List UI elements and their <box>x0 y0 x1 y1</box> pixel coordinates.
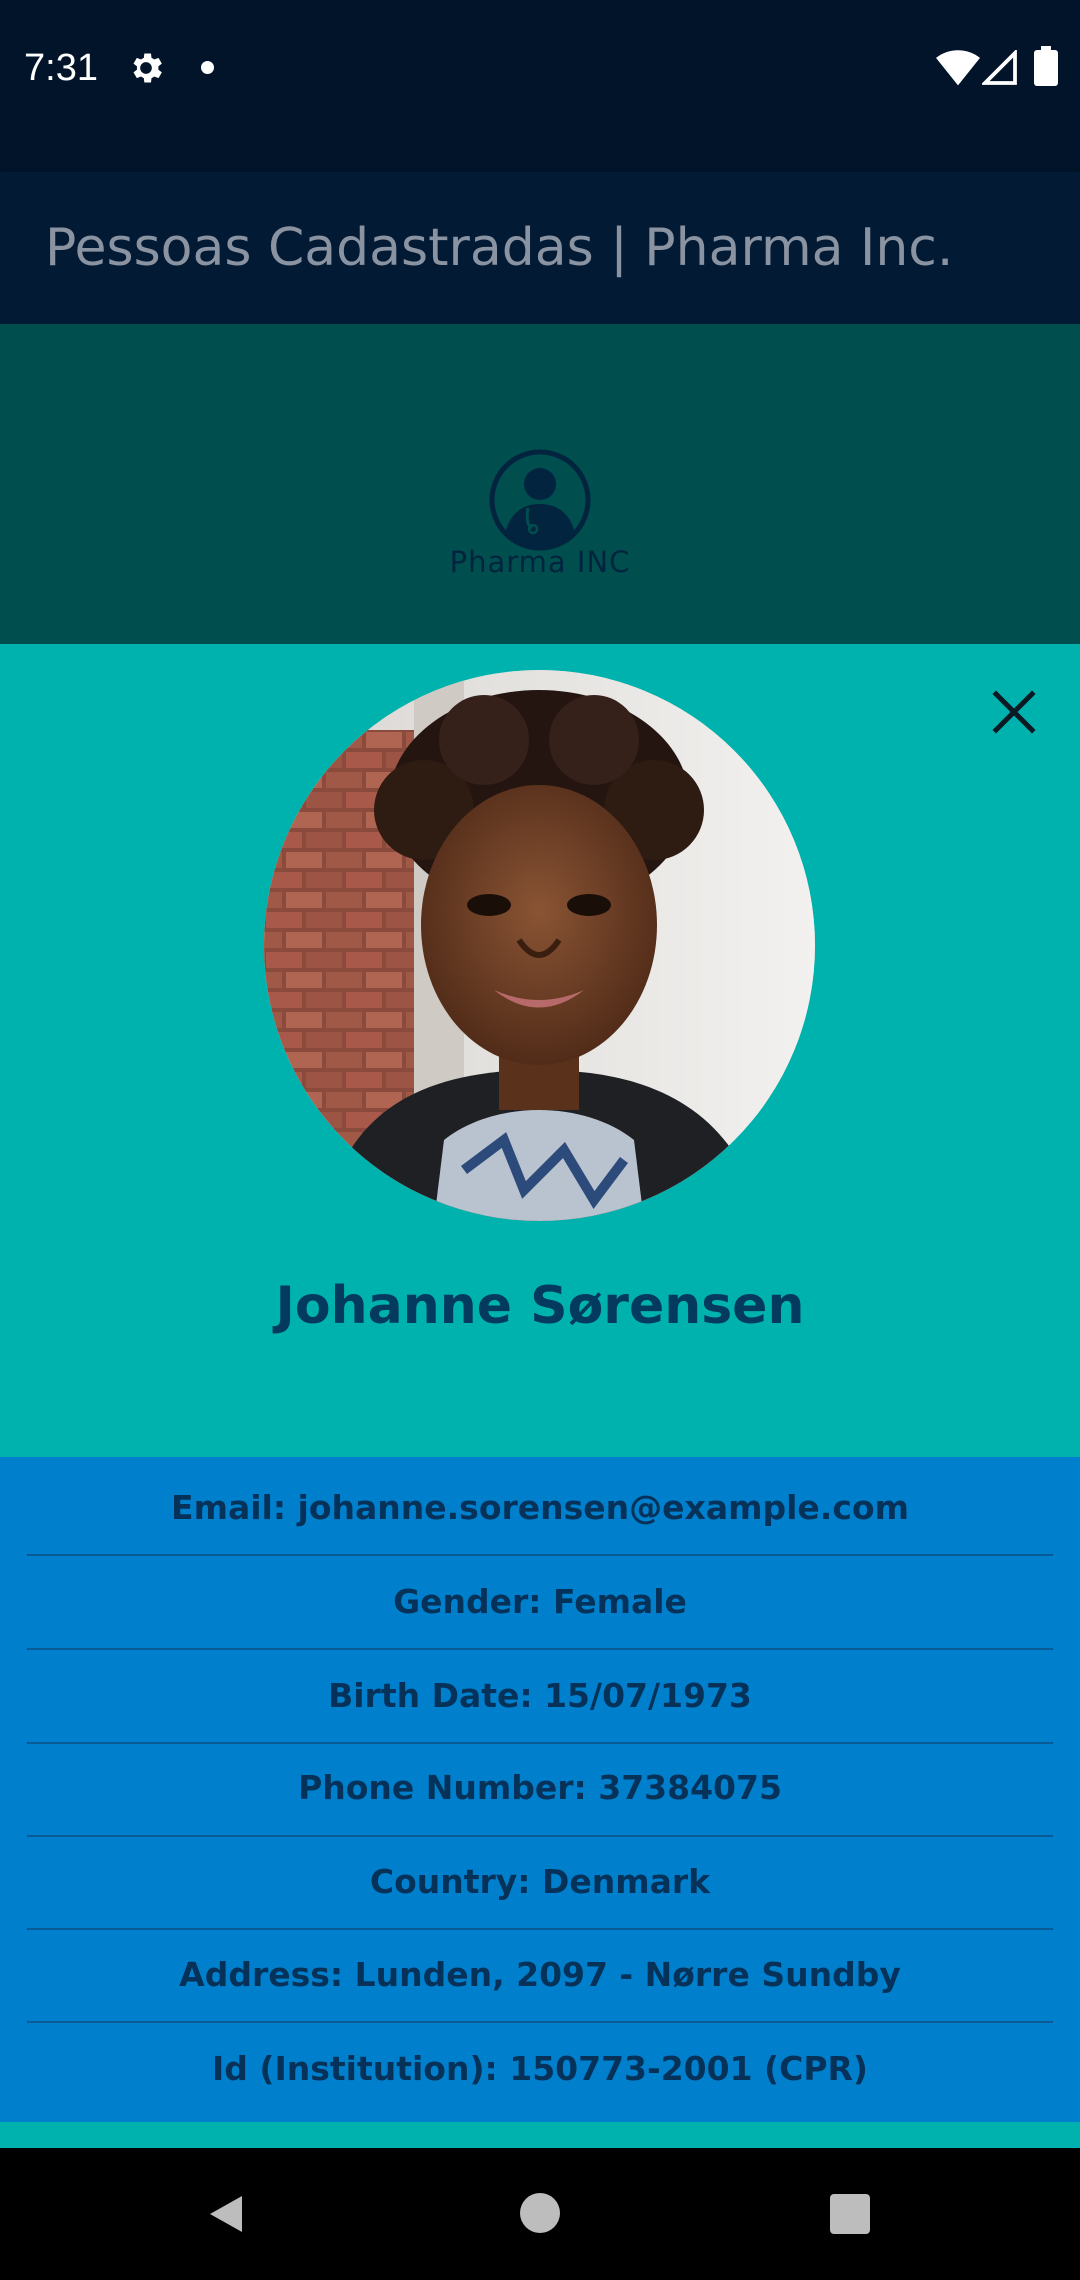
detail-institution-id: Id (Institution): 150773-2001 (CPR) <box>211 2049 869 2088</box>
detail-country: Country: Denmark <box>369 1862 711 1901</box>
detail-email: Email: johanne.sorensen@example.com <box>171 1488 909 1527</box>
cell-signal-icon <box>982 50 1017 85</box>
recents-icon[interactable] <box>830 2194 870 2234</box>
detail-birth-date: Birth Date: 15/07/1973 <box>328 1676 752 1715</box>
status-time: 7:31 <box>24 47 98 89</box>
battery-icon <box>1034 46 1058 86</box>
person-photo-illustration <box>264 670 815 1221</box>
home-icon[interactable] <box>520 2193 560 2233</box>
wifi-icon <box>936 50 980 86</box>
back-icon[interactable] <box>204 2192 248 2236</box>
detail-address: Address: Lunden, 2097 - Nørre Sundby <box>179 1955 901 1994</box>
modal-footer-strip <box>0 2122 1080 2148</box>
close-icon[interactable] <box>984 682 1044 742</box>
page-title: Pessoas Cadastradas | Pharma Inc. <box>45 218 954 278</box>
app-bar: Pessoas Cadastradas | Pharma Inc. <box>0 172 1080 324</box>
person-name: Johanne Sørensen <box>275 1276 805 1336</box>
notification-dot-icon <box>201 61 214 74</box>
detail-gender: Gender: Female <box>393 1582 687 1621</box>
logo-text: Pharma INC <box>449 545 631 579</box>
detail-phone-number: Phone Number: 37384075 <box>298 1768 782 1807</box>
gear-icon <box>133 53 162 83</box>
status-bar-extension <box>0 135 1080 172</box>
person-photo <box>264 670 815 1221</box>
doctor-avatar-icon <box>489 449 591 551</box>
status-bar: 7:31 <box>0 0 1080 135</box>
